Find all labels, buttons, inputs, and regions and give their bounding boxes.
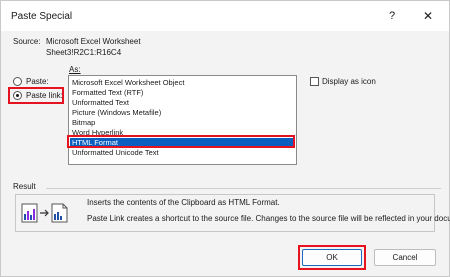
paste-radio-label: Paste: [26,77,49,86]
dialog-title: Paste Special [11,11,73,22]
source-value: Microsoft Excel Worksheet [46,37,141,46]
list-item[interactable]: Unformatted Unicode Text [70,148,295,158]
paste-link-radio-label: Paste link: [26,91,63,100]
ok-button[interactable]: OK [302,249,362,266]
title-bar: Paste Special ? ✕ [1,1,449,31]
result-description: Inserts the contents of the Clipboard as… [87,198,280,207]
list-item[interactable]: Formatted Text (RTF) [70,88,295,98]
result-link-description: Paste Link creates a shortcut to the sou… [87,214,450,223]
display-as-icon-checkbox[interactable] [310,77,319,86]
help-button[interactable]: ? [381,6,403,26]
format-listbox[interactable]: Microsoft Excel Worksheet Object Formatt… [68,75,297,165]
paste-link-document-icon [21,203,71,225]
source-range: Sheet3!R2C1:R16C4 [46,48,122,57]
list-item[interactable]: Unformatted Text [70,98,295,108]
paste-special-dialog: Paste Special ? ✕ Source: Microsoft Exce… [0,0,450,277]
display-as-icon-label: Display as icon [322,77,376,86]
list-item[interactable]: Microsoft Excel Worksheet Object [70,78,295,88]
paste-radio[interactable] [13,77,22,86]
as-label: As: [69,65,81,74]
list-item[interactable]: Picture (Windows Metafile) [70,108,295,118]
close-button[interactable]: ✕ [416,6,440,26]
result-divider [46,188,441,189]
html-format-highlight [67,135,295,148]
result-label: Result [13,182,36,191]
source-label: Source: [13,37,41,46]
cancel-button[interactable]: Cancel [374,249,436,266]
list-item[interactable]: Bitmap [70,118,295,128]
paste-link-radio[interactable] [13,91,22,100]
